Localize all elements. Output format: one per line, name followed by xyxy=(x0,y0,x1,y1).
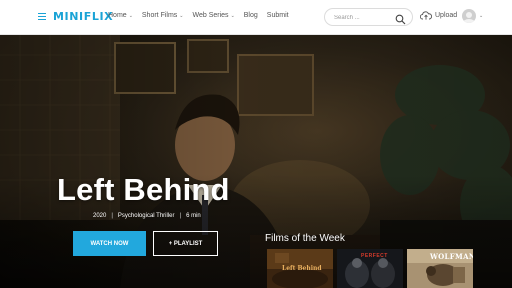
hero-meta: 2020 | Psychological Thriller | 6 min xyxy=(93,213,201,219)
chevron-down-icon: ⌄ xyxy=(230,12,235,19)
meta-duration: 6 min xyxy=(186,213,201,219)
meta-year: 2020 xyxy=(93,213,107,219)
film-thumbnail-title: PERFECT xyxy=(361,253,388,259)
upload-cloud-icon xyxy=(420,11,432,20)
upload-label: Upload xyxy=(435,12,458,19)
nav-item-web-series[interactable]: Web Series ⌄ xyxy=(193,12,235,19)
main-nav: Home ⌄ Short Films ⌄ Web Series ⌄ Blog S… xyxy=(108,12,298,19)
meta-genre: Psychological Thriller xyxy=(117,213,175,219)
hero-banner: Left Behind 2020 | Psychological Thrille… xyxy=(0,35,512,288)
films-of-week-list: Left Behind PERFECT WOLFMAN xyxy=(267,249,477,288)
film-thumbnail-wolfman[interactable]: WOLFMAN xyxy=(407,249,473,288)
nav-item-label: Submit xyxy=(266,12,289,19)
hero-title: Left Behind xyxy=(57,172,230,207)
film-thumbnail-title: WOLFMAN xyxy=(430,252,473,261)
chevron-down-icon: ⌄ xyxy=(479,13,484,19)
watch-now-button[interactable]: WATCH NOW xyxy=(73,231,146,256)
meta-separator: | xyxy=(111,213,113,219)
search-icon[interactable] xyxy=(395,12,406,25)
films-of-week-heading: Films of the Week xyxy=(265,233,345,244)
nav-item-label: Blog xyxy=(243,12,258,19)
nav-item-label: Short Films xyxy=(141,12,178,19)
user-menu[interactable]: ⌄ xyxy=(462,9,483,23)
menu-icon[interactable] xyxy=(38,13,46,20)
nav-item-short-films[interactable]: Short Films ⌄ xyxy=(142,12,184,19)
chevron-down-icon: ⌄ xyxy=(128,12,133,19)
film-thumbnail-left-behind[interactable]: Left Behind xyxy=(267,249,333,288)
site-logo[interactable]: MINIFLIX xyxy=(53,10,113,23)
user-avatar-icon xyxy=(462,9,476,23)
top-header: MINIFLIX Home ⌄ Short Films ⌄ Web Series… xyxy=(0,0,512,35)
upload-button[interactable]: Upload xyxy=(420,11,457,20)
nav-item-blog[interactable]: Blog xyxy=(244,12,258,19)
nav-item-label: Web Series xyxy=(192,12,229,19)
nav-item-home[interactable]: Home ⌄ xyxy=(108,12,133,19)
nav-item-label: Home xyxy=(108,12,127,19)
film-thumbnail-title: Left Behind xyxy=(282,265,322,272)
add-to-playlist-button[interactable]: + PLAYLIST xyxy=(153,231,218,256)
search-input[interactable] xyxy=(334,12,392,23)
search-box xyxy=(324,8,413,26)
chevron-down-icon: ⌄ xyxy=(179,12,184,19)
film-thumbnail-perfect[interactable]: PERFECT xyxy=(337,249,403,288)
meta-separator: | xyxy=(179,213,182,219)
nav-item-submit[interactable]: Submit xyxy=(267,12,289,19)
